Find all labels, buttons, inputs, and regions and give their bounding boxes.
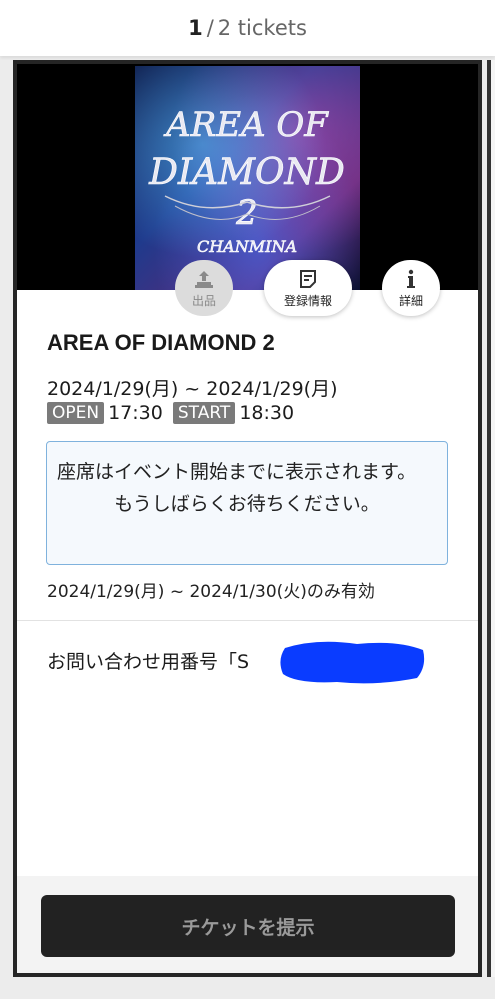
svg-text:CHANMINA: CHANMINA	[197, 237, 297, 256]
svg-text:DIAMOND: DIAMOND	[148, 152, 345, 193]
ticket-pager-separator: /	[206, 16, 214, 40]
present-ticket-button[interactable]: チケットを提示	[41, 895, 455, 957]
redaction-scribble	[280, 641, 425, 684]
inquiry-number: お問い合わせ用番号「S	[47, 651, 250, 673]
registration-info-label: 登録情報	[283, 293, 332, 308]
seat-notice: 座席はイベント開始までに表示されます。 もうしばらくお待ちください。	[46, 441, 448, 565]
ticket-pager: 1 / 2 tickets	[0, 0, 495, 56]
event-banner: AREA OF DIAMOND 2 CHANMINA	[17, 64, 478, 290]
event-date-range: 2024/1/29(月) ~ 2024/1/29(月)	[47, 378, 338, 400]
svg-text:AREA OF: AREA OF	[163, 105, 329, 145]
event-title: AREA OF DIAMOND 2	[47, 330, 275, 355]
svg-text:2: 2	[235, 193, 258, 233]
info-icon	[407, 269, 415, 288]
details-label: 詳細	[398, 293, 423, 308]
validity-period: 2024/1/29(月) ~ 2024/1/30(火)のみ有効	[47, 582, 375, 602]
ticket-card: AREA OF DIAMOND 2 CHANMINA 出品 登録情報 詳細 AR…	[13, 60, 482, 977]
open-time: 17:30	[108, 402, 163, 424]
event-times: OPEN 17:30 START 18:30	[47, 402, 294, 424]
ticket-total-count: 2 tickets	[217, 16, 307, 40]
section-divider	[17, 620, 478, 621]
seat-notice-line1: 座席はイベント開始までに表示されます。	[57, 461, 417, 483]
start-tag: START	[172, 402, 236, 424]
ticket-current-index: 1	[188, 16, 203, 40]
next-ticket-card-edge[interactable]	[487, 60, 495, 977]
event-artwork-logo: AREA OF DIAMOND 2 CHANMINA	[148, 105, 346, 257]
seat-notice-line2: もうしばらくお待ちください。	[114, 493, 380, 515]
list-for-sale-button[interactable]: 出品	[175, 260, 233, 316]
upload-tray-icon	[195, 270, 213, 288]
document-lines-icon	[300, 269, 316, 288]
details-button[interactable]: 詳細	[382, 260, 440, 316]
event-artwork: AREA OF DIAMOND 2 CHANMINA	[135, 66, 360, 290]
registration-info-button[interactable]: 登録情報	[264, 260, 352, 316]
open-tag: OPEN	[47, 402, 105, 424]
start-time: 18:30	[239, 402, 295, 424]
list-for-sale-label: 出品	[191, 293, 216, 308]
